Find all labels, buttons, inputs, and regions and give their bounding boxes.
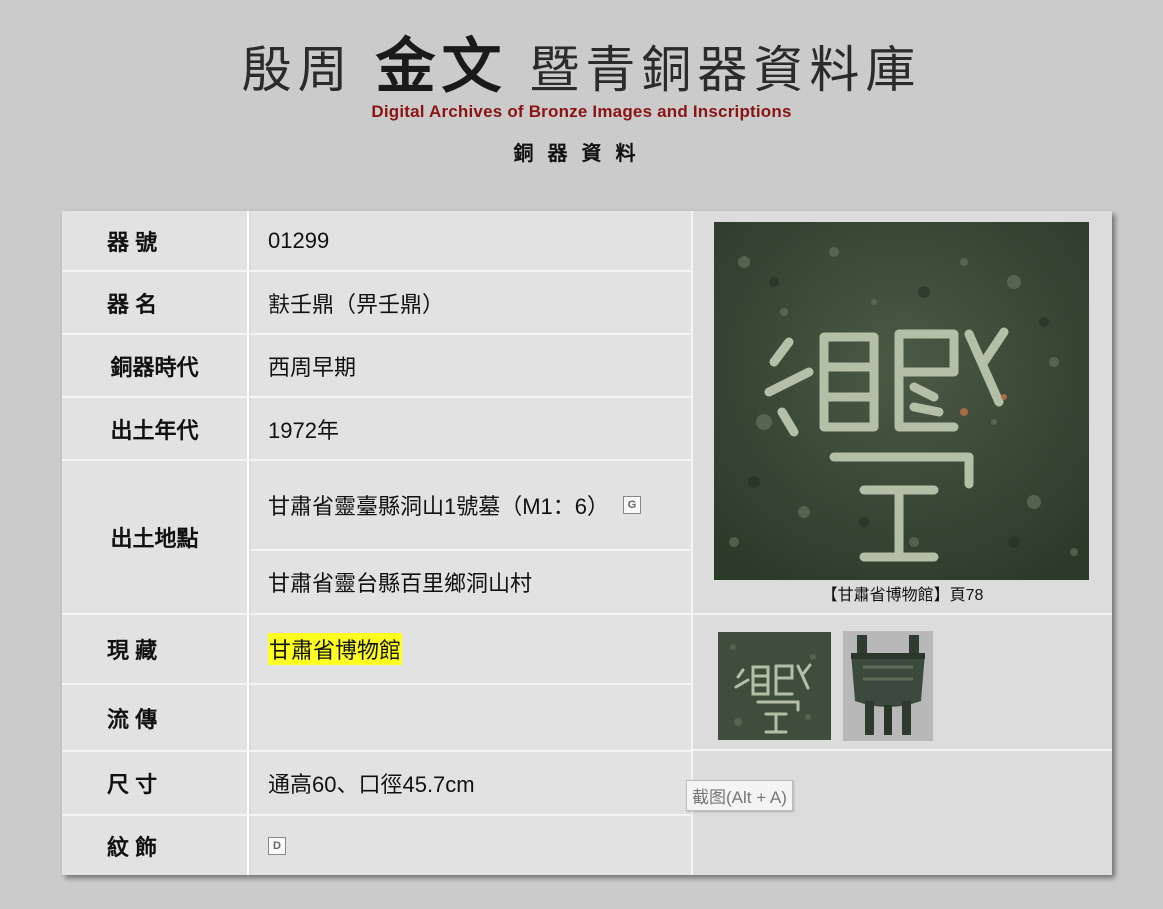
label-id-text: 器 號 xyxy=(107,229,158,255)
excavation-site-line-2: 甘肅省靈台縣百里鄉洞山村 xyxy=(268,571,533,596)
label-dimensions: 尺 寸 xyxy=(62,752,249,814)
thumbnail-vessel[interactable] xyxy=(843,631,933,741)
label-excavation-year: 出土年代 xyxy=(62,398,249,459)
label-provenance: 流 傳 xyxy=(62,685,249,750)
value-excavation-site: 甘肅省靈臺縣洞山1號墓（M1：6） G 甘肅省靈台縣百里鄉洞山村 xyxy=(251,461,691,613)
value-collection: 甘肅省博物館 xyxy=(251,615,691,683)
banner-title-glyphs: 金文 xyxy=(375,32,508,102)
label-name-text: 器 名 xyxy=(107,291,158,317)
value-dimensions: 通高60、口徑45.7cm xyxy=(251,752,691,814)
label-id: 器 號 xyxy=(62,211,249,270)
row-excavation-year: 出土年代 1972年 xyxy=(62,398,691,459)
banner-title-left: 殷周 xyxy=(241,41,354,99)
info-table: 器 號 01299 器 名 㝬壬鼎（畀壬鼎） 銅器時代 西周早期 出土年代 19… xyxy=(62,211,691,875)
site-banner: 殷周 金文 暨青銅器資料庫 Digital Archives of Bronze… xyxy=(0,0,1163,200)
decoration-icon[interactable]: D xyxy=(268,836,286,855)
row-provenance: 流 傳 xyxy=(62,685,691,750)
label-excavation-site: 出土地點 xyxy=(62,461,249,613)
row-id: 器 號 01299 xyxy=(62,211,691,270)
label-decoration: 紋 飾 xyxy=(62,816,249,875)
value-excavation-year: 1972年 xyxy=(251,398,691,459)
label-era: 銅器時代 xyxy=(62,335,249,396)
thumbnail-inscription[interactable] xyxy=(718,632,831,740)
page-title: 銅器資料 xyxy=(513,143,650,165)
label-name: 器 名 xyxy=(62,272,249,333)
value-id: 01299 xyxy=(251,211,691,270)
collection-link[interactable]: 甘肅省博物館 xyxy=(268,633,403,665)
banner-title-right: 暨青銅器資料庫 xyxy=(529,41,922,99)
value-provenance xyxy=(251,685,691,750)
row-era: 銅器時代 西周早期 xyxy=(62,335,691,396)
label-provenance-text: 流 傳 xyxy=(107,706,158,732)
label-dimensions-text: 尺 寸 xyxy=(107,772,158,797)
banner-title-en: Digital Archives of Bronze Images and In… xyxy=(371,102,792,121)
label-decoration-text: 紋 飾 xyxy=(107,834,158,860)
image-panel: 【甘肅省博物館】頁78 xyxy=(693,211,1112,875)
label-collection-text: 現 藏 xyxy=(107,638,158,663)
banner-title-cjk: 殷周 金文 暨青銅器資料庫 xyxy=(0,18,1163,105)
inscription-image[interactable] xyxy=(714,222,1089,580)
bronze-record-panel: 器 號 01299 器 名 㝬壬鼎（畀壬鼎） 銅器時代 西周早期 出土年代 19… xyxy=(62,211,1112,875)
value-name: 㝬壬鼎（畀壬鼎） xyxy=(251,272,691,333)
row-excavation-site: 出土地點 甘肅省靈臺縣洞山1號墓（M1：6） G 甘肅省靈台縣百里鄉洞山村 xyxy=(62,461,691,613)
row-dimensions: 尺 寸 通高60、口徑45.7cm xyxy=(62,752,691,814)
row-name: 器 名 㝬壬鼎（畀壬鼎） xyxy=(62,272,691,333)
screenshot-tooltip: 截图(Alt + A) xyxy=(686,780,793,811)
detail-icon[interactable]: G xyxy=(623,496,642,514)
value-decoration: D xyxy=(251,816,691,875)
value-era: 西周早期 xyxy=(251,335,691,396)
label-collection: 現 藏 xyxy=(62,615,249,683)
row-collection: 現 藏 甘肅省博物館 xyxy=(62,615,691,683)
excavation-site-line-1: 甘肅省靈臺縣洞山1號墓（M1：6） G xyxy=(251,461,691,549)
row-decoration: 紋 飾 D xyxy=(62,816,691,875)
excavation-site-text-1: 甘肅省靈臺縣洞山1號墓（M1：6） xyxy=(268,494,610,519)
image-caption: 【甘肅省博物館】頁78 xyxy=(821,587,984,604)
